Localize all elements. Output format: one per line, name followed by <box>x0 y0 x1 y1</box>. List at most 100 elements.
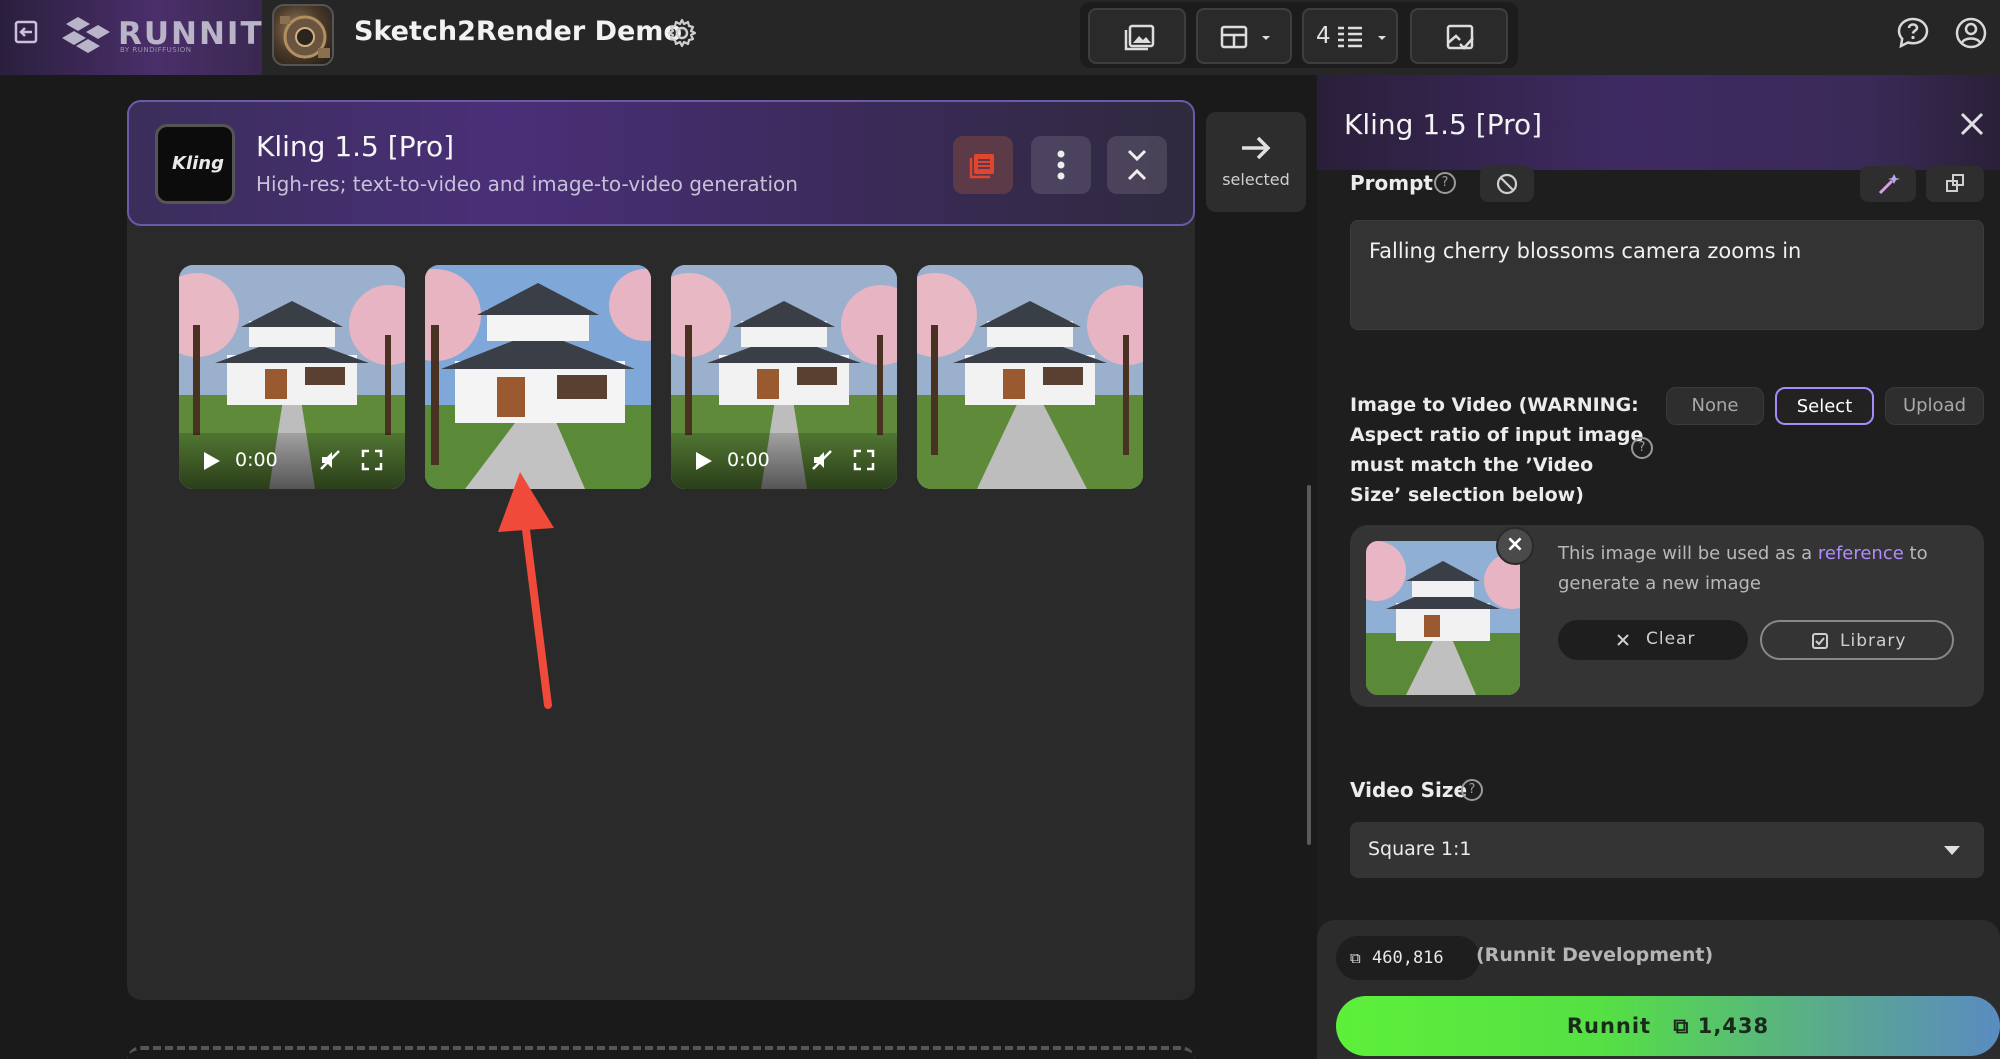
prompt-help-icon[interactable]: ? <box>1434 172 1456 194</box>
checkbox-icon <box>1812 633 1828 649</box>
gallery-button[interactable] <box>1088 8 1186 64</box>
video-controls: 0:00 <box>671 433 897 489</box>
play-icon[interactable] <box>203 451 221 471</box>
project-thumbnail-art <box>280 15 330 59</box>
house-scene <box>425 265 651 489</box>
video-size-help-icon[interactable]: ? <box>1461 779 1483 801</box>
fullscreen-icon[interactable] <box>361 449 383 471</box>
ref-text-before: This image will be used as a <box>1558 543 1818 564</box>
brand-area: RUNNIT BY RUNDIFFUSION <box>0 0 262 75</box>
credits-value: 460,816 <box>1372 948 1444 968</box>
library-label: Library <box>1840 631 1907 651</box>
video-result-1[interactable]: 0:00 <box>179 265 405 489</box>
more-options-button[interactable] <box>1031 136 1091 194</box>
runnit-button[interactable]: Runnit ⧉ 1,438 <box>1336 996 2000 1056</box>
remove-image-button[interactable]: × <box>1496 527 1534 565</box>
reference-image-card: × This image will be used as a reference… <box>1350 525 1984 707</box>
model-description: High-res; text-to-video and image-to-vid… <box>256 172 798 196</box>
i2v-line-4: Size’ selection below) <box>1350 484 1584 506</box>
clear-image-button[interactable]: Clear <box>1558 620 1748 660</box>
library-button[interactable]: Library <box>1760 620 1954 660</box>
grid-layout-icon <box>1220 25 1270 49</box>
model-logo: Kling <box>155 124 235 204</box>
run-cost: 1,438 <box>1697 1014 1770 1038</box>
video-time: 0:00 <box>727 449 770 471</box>
i2v-line-3: must match the ’Video <box>1350 454 1594 476</box>
brand-subtitle: BY RUNDIFFUSION <box>120 46 192 54</box>
expand-icon <box>1946 174 1964 192</box>
i2v-line-2: Aspect ratio of input image <box>1350 424 1644 446</box>
project-title: Sketch2Render Demo <box>354 16 682 47</box>
scrollbar[interactable] <box>1307 485 1311 845</box>
video-result-2[interactable] <box>425 265 651 489</box>
image-to-video-label: Image to Video (WARNING: Aspect ratio of… <box>1350 390 1643 510</box>
prompt-input[interactable]: Falling cherry blossoms camera zooms in <box>1350 220 1984 330</box>
option-none[interactable]: None <box>1666 387 1764 425</box>
selected-indicator[interactable]: selected <box>1206 112 1306 212</box>
option-select[interactable]: Select <box>1775 387 1874 425</box>
exit-icon[interactable] <box>12 18 40 46</box>
account-name: (Runnit Development) <box>1476 944 1714 966</box>
project-thumbnail[interactable] <box>272 4 334 66</box>
collapse-button[interactable] <box>1107 136 1167 194</box>
prompt-text: Falling cherry blossoms camera zooms in <box>1369 239 1802 263</box>
close-icon[interactable] <box>1958 110 1986 138</box>
magic-prompt-button[interactable] <box>1860 166 1916 202</box>
close-icon <box>1617 634 1629 646</box>
reference-image <box>1366 541 1520 695</box>
clear-label: Clear <box>1646 629 1696 649</box>
layout-dropdown[interactable] <box>1196 8 1292 64</box>
prompt-label: Prompt <box>1350 171 1433 195</box>
video-size-value: Square 1:1 <box>1368 838 1472 860</box>
house-scene <box>1366 541 1520 695</box>
select-mode-button[interactable] <box>1410 8 1508 64</box>
play-icon[interactable] <box>695 451 713 471</box>
run-label: Runnit <box>1566 1014 1652 1038</box>
arrow-right-icon <box>1242 136 1271 160</box>
library-panel-button[interactable] <box>953 136 1013 194</box>
gallery-icon <box>1124 24 1155 51</box>
video-controls: 0:00 <box>179 433 405 489</box>
reference-description: This image will be used as a reference t… <box>1558 539 1968 599</box>
i2v-line-1: Image to Video (WARNING: <box>1350 394 1639 416</box>
model-title: Kling 1.5 [Pro] <box>256 130 455 163</box>
clear-prompt-button[interactable] <box>1480 166 1534 202</box>
video-size-label: Video Size <box>1350 778 1468 802</box>
video-time: 0:00 <box>235 449 278 471</box>
cost-icon: ⧉ <box>1673 1014 1690 1038</box>
i2v-help-icon[interactable]: ? <box>1631 437 1653 459</box>
video-result-4[interactable] <box>917 265 1143 489</box>
model-card-header[interactable]: Kling Kling 1.5 [Pro] High-res; text-to-… <box>127 100 1195 226</box>
block-icon <box>1496 173 1518 195</box>
reference-link[interactable]: reference <box>1818 543 1904 564</box>
credits-balance: ⧉ 460,816 <box>1336 936 1480 980</box>
collapse-expand-icon <box>1127 149 1147 181</box>
mute-icon[interactable] <box>811 449 833 471</box>
columns-dropdown[interactable]: 4 <box>1302 8 1398 64</box>
next-card-edge <box>127 1046 1195 1059</box>
stack-icon <box>969 154 994 179</box>
magic-wand-icon <box>1878 174 1900 195</box>
expand-prompt-button[interactable] <box>1926 166 1984 202</box>
help-chat-icon[interactable] <box>1896 16 1930 50</box>
annotation-arrow <box>498 472 554 709</box>
credits-icon: ⧉ <box>1350 949 1361 967</box>
runnit-logo-icon <box>62 17 110 53</box>
account-icon[interactable] <box>1954 16 1988 50</box>
house-scene <box>917 265 1143 489</box>
model-logo-text: Kling <box>172 153 224 174</box>
video-result-3[interactable]: 0:00 <box>671 265 897 489</box>
fullscreen-icon[interactable] <box>853 449 875 471</box>
selected-label: selected <box>1222 170 1290 189</box>
panel-title: Kling 1.5 [Pro] <box>1344 108 1543 141</box>
gear-icon[interactable] <box>666 17 698 49</box>
chevron-down-icon <box>1944 846 1960 855</box>
image-check-icon <box>1446 24 1474 50</box>
list-columns-icon <box>1338 26 1386 48</box>
video-size-select[interactable]: Square 1:1 <box>1350 822 1984 878</box>
model-card <box>127 100 1195 1000</box>
mute-icon[interactable] <box>319 449 341 471</box>
columns-count: 4 <box>1316 23 1331 49</box>
option-upload[interactable]: Upload <box>1885 387 1984 425</box>
view-toolbar: 4 <box>1080 2 1518 68</box>
